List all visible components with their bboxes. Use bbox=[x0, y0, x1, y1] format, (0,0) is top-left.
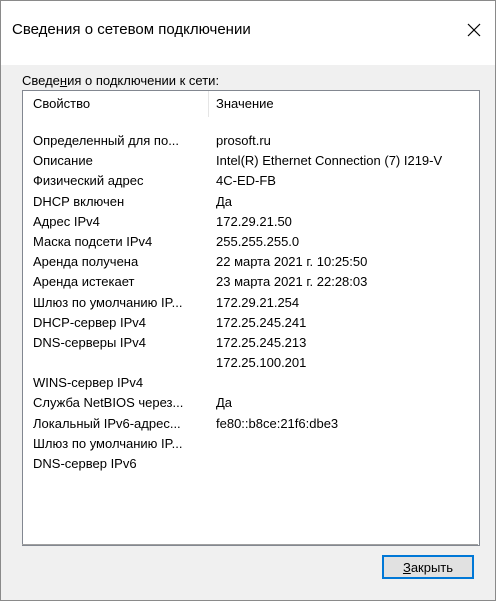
property-cell: Аренда истекает bbox=[33, 274, 135, 290]
table-row[interactable]: Определенный для по... prosoft.ru bbox=[23, 131, 479, 151]
title-bar: Сведения о сетевом подключении bbox=[1, 1, 495, 65]
table-row[interactable]: Адрес IPv4 172.29.21.50 bbox=[23, 212, 479, 232]
connection-details-label: Сведения о подключении к сети: bbox=[22, 73, 219, 88]
value-cell: Да bbox=[216, 395, 233, 411]
property-cell: Шлюз по умолчанию IP... bbox=[33, 294, 183, 310]
property-cell: DHCP-сервер IPv4 bbox=[33, 314, 146, 330]
table-row[interactable]: DNS-сервер IPv6 bbox=[23, 454, 479, 474]
property-cell: Локальный IPv6-адрес... bbox=[33, 415, 181, 431]
table-row[interactable]: DHCP включен Да bbox=[23, 192, 479, 212]
close-x-glyph bbox=[467, 23, 481, 37]
property-cell: DNS-серверы IPv4 bbox=[33, 334, 146, 350]
close-icon[interactable] bbox=[459, 15, 489, 45]
property-cell bbox=[23, 353, 209, 373]
label-part: ия о подключении к сети: bbox=[67, 73, 220, 88]
value-cell: prosoft.ru bbox=[216, 133, 271, 148]
property-cell: Физический адрес bbox=[33, 173, 144, 189]
table-row[interactable]: Маска подсети IPv4 255.255.255.0 bbox=[23, 232, 479, 252]
column-header-property[interactable]: Свойство bbox=[23, 91, 209, 117]
property-cell: Определенный для по... bbox=[33, 133, 180, 148]
property-cell: DNS-сервер IPv6 bbox=[33, 456, 137, 471]
value-cell: 255.255.255.0 bbox=[216, 233, 300, 249]
label-part: Сведе bbox=[22, 73, 60, 88]
property-cell: Маска подсети IPv4 bbox=[33, 233, 153, 249]
value-cell: 172.25.100.201 bbox=[216, 355, 307, 371]
value-cell bbox=[209, 454, 479, 474]
details-listview[interactable]: Свойство Значение Определенный для по...… bbox=[22, 90, 480, 546]
table-row[interactable]: Описание Intel(R) Ethernet Connection (7)… bbox=[23, 151, 479, 171]
close-button[interactable]: Закрыть bbox=[382, 555, 474, 579]
value-cell: 22 марта 2021 г. 10:25:50 bbox=[216, 254, 368, 270]
property-cell: Описание bbox=[33, 153, 93, 169]
dialog-client-area: Сведения о подключении к сети: Свойство … bbox=[1, 65, 495, 600]
property-cell: Служба NetBIOS через... bbox=[33, 395, 184, 411]
divider bbox=[22, 544, 478, 545]
value-cell: fe80::b8ce:21f6:dbe3 bbox=[216, 415, 339, 431]
table-row[interactable]: WINS-сервер IPv4 bbox=[23, 373, 479, 393]
listview-rows: Определенный для по... prosoft.ru Описание… bbox=[23, 131, 479, 474]
window-title: Сведения о сетевом подключении bbox=[12, 21, 251, 38]
close-label-rest: акрыть bbox=[410, 559, 454, 575]
table-row[interactable]: Служба NetBIOS через... Да bbox=[23, 393, 479, 413]
table-row[interactable]: Шлюз по умолчанию IP... bbox=[23, 434, 479, 454]
property-cell: DHCP включен bbox=[33, 193, 125, 209]
value-cell bbox=[209, 434, 479, 454]
property-cell: WINS-сервер IPv4 bbox=[33, 375, 144, 391]
value-cell: Да bbox=[216, 193, 233, 209]
close-mnemonic: З bbox=[402, 559, 411, 575]
table-row[interactable]: Локальный IPv6-адрес... fe80::b8ce:21f6:d… bbox=[23, 414, 479, 434]
table-row[interactable]: 172.25.100.201 bbox=[23, 353, 479, 373]
value-cell: 172.25.245.241 bbox=[216, 314, 307, 330]
property-cell: Адрес IPv4 bbox=[33, 213, 100, 229]
value-cell bbox=[209, 373, 479, 393]
network-connection-details-dialog: Сведения о сетевом подключении Сведения … bbox=[0, 0, 496, 601]
table-row[interactable]: Аренда истекает 23 марта 2021 г. 22:28:03 bbox=[23, 272, 479, 292]
table-row[interactable]: Физический адрес 4C-ED-FB bbox=[23, 171, 479, 191]
value-cell: 23 марта 2021 г. 22:28:03 bbox=[216, 274, 368, 290]
property-cell: Аренда получена bbox=[33, 254, 139, 270]
value-cell: 172.29.21.254 bbox=[216, 294, 300, 310]
close-button-label: Закрыть bbox=[403, 560, 453, 575]
property-cell: Шлюз по умолчанию IP... bbox=[33, 435, 183, 451]
value-cell: 4C-ED-FB bbox=[216, 173, 276, 189]
table-row[interactable]: Аренда получена 22 марта 2021 г. 10:25:50 bbox=[23, 252, 479, 272]
table-row[interactable]: DNS-серверы IPv4 172.25.245.213 bbox=[23, 333, 479, 353]
listview-header: Свойство Значение bbox=[23, 91, 479, 117]
column-header-value[interactable]: Значение bbox=[209, 91, 274, 117]
table-row[interactable]: DHCP-сервер IPv4 172.25.245.241 bbox=[23, 313, 479, 333]
table-row[interactable]: Шлюз по умолчанию IP... 172.29.21.254 bbox=[23, 293, 479, 313]
value-cell: 172.29.21.50 bbox=[216, 213, 292, 229]
value-cell: Intel(R) Ethernet Connection (7) I219-V bbox=[216, 153, 443, 169]
value-cell: 172.25.245.213 bbox=[216, 334, 307, 350]
